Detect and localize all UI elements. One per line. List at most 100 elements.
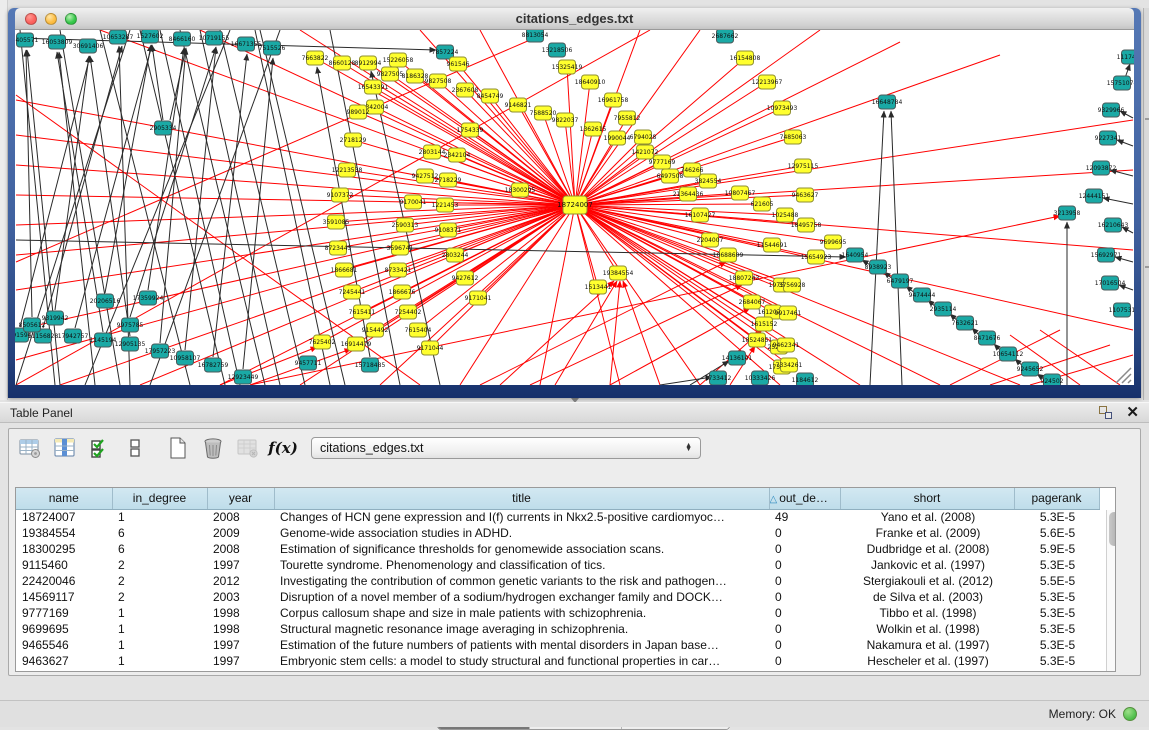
table-cell[interactable]: 49 — [769, 509, 840, 525]
graph-edge[interactable] — [530, 285, 742, 385]
function-icon[interactable]: f(x) — [270, 435, 296, 461]
table-cell[interactable]: 5.3E-5 — [1014, 589, 1099, 605]
table-cell[interactable]: 0 — [769, 637, 840, 653]
table-cell[interactable]: 2 — [112, 589, 207, 605]
table-cell[interactable]: 2003 — [207, 589, 274, 605]
table-scrollbar[interactable] — [1106, 510, 1116, 672]
table-cell[interactable]: 1998 — [207, 621, 274, 637]
graph-edge[interactable] — [623, 281, 660, 385]
table-cell[interactable]: Embryonic stem cells: a model to study s… — [274, 653, 769, 669]
table-cell[interactable]: Dudbridge et al. (2008) — [840, 541, 1014, 557]
table-cell[interactable]: de Silva et al. (2003) — [840, 589, 1014, 605]
checklist-icon[interactable] — [87, 435, 113, 461]
column-header-year[interactable]: year — [207, 488, 274, 509]
column-header-in-degree[interactable]: in_degree — [112, 488, 207, 509]
table-cell[interactable]: Nakamura et al. (1997) — [840, 637, 1014, 653]
table-cell[interactable]: 5.3E-5 — [1014, 637, 1099, 653]
column-header-title[interactable]: title — [274, 488, 769, 509]
network-canvas[interactable]: 9405571160538093069140610653287152760284… — [15, 30, 1134, 385]
table-cell[interactable]: 2009 — [207, 525, 274, 541]
table-cell[interactable]: Wolkin et al. (1998) — [840, 621, 1014, 637]
table-cell[interactable]: Estimation of significance thresholds fo… — [274, 541, 769, 557]
table-cell[interactable]: Franke et al. (2009) — [840, 525, 1014, 541]
graph-edge[interactable] — [243, 58, 273, 369]
table-cell[interactable]: 5.3E-5 — [1014, 653, 1099, 669]
graph-edge[interactable] — [610, 308, 750, 385]
table-cell[interactable]: 6 — [112, 541, 207, 557]
graph-edge[interactable] — [565, 120, 575, 205]
new-document-icon[interactable] — [165, 435, 191, 461]
table-cell[interactable]: 1 — [112, 653, 207, 669]
table-cell[interactable]: 22420046 — [16, 573, 112, 589]
table-cell[interactable]: 1997 — [207, 637, 274, 653]
minimize-button[interactable] — [45, 13, 57, 25]
column-header-out-de-[interactable]: △out_de… — [769, 488, 840, 509]
table-cell[interactable]: 9465546 — [16, 637, 112, 653]
table-cell[interactable]: Stergiakouli et al. (2012) — [840, 573, 1014, 589]
rows-icon[interactable] — [122, 435, 148, 461]
graph-edge[interactable] — [373, 87, 575, 205]
table-cell[interactable]: Structural magnetic resonance image aver… — [274, 621, 769, 637]
table-cell[interactable]: 5.6E-5 — [1014, 525, 1099, 541]
table-cell[interactable]: 9699695 — [16, 621, 112, 637]
table-cell[interactable]: 0 — [769, 605, 840, 621]
graph-edge[interactable] — [150, 30, 280, 385]
table-row[interactable]: 977716911998Corpus callosum shape and si… — [16, 605, 1099, 621]
table-cell[interactable]: 0 — [769, 589, 840, 605]
table-cell[interactable]: 0 — [769, 573, 840, 589]
table-cell[interactable]: 0 — [769, 621, 840, 637]
graph-edge[interactable] — [43, 46, 122, 328]
table-cell[interactable]: 18300295 — [16, 541, 112, 557]
table-row[interactable]: 2242004622012Investigating the contribut… — [16, 573, 1099, 589]
graph-edge[interactable] — [555, 281, 617, 385]
table-cell[interactable]: Hescheler et al. (1997) — [840, 653, 1014, 669]
table-cell[interactable]: 1 — [112, 621, 207, 637]
table-cell[interactable]: Changes of HCN gene expression and I(f) … — [274, 509, 769, 525]
table-row[interactable]: 946362711997Embryonic stem cells: a mode… — [16, 653, 1099, 669]
scrollbar-thumb[interactable] — [1109, 512, 1116, 546]
table-cell[interactable]: 1 — [112, 605, 207, 621]
table-cell[interactable]: 19384554 — [16, 525, 112, 541]
graph-edge[interactable] — [152, 45, 163, 120]
table-cell[interactable]: 1997 — [207, 653, 274, 669]
table-row[interactable]: 969969511998Structural magnetic resonanc… — [16, 621, 1099, 637]
table-row[interactable]: 1456911722003Disruption of a novel membe… — [16, 589, 1099, 605]
zoom-button[interactable] — [65, 13, 77, 25]
table-cell[interactable]: 5.5E-5 — [1014, 573, 1099, 589]
table-cell[interactable]: 1 — [112, 637, 207, 653]
table-cell[interactable]: Jankovic et al. (1997) — [840, 557, 1014, 573]
table-cell[interactable]: Genome-wide association studies in ADHD. — [274, 525, 769, 541]
graph-edge[interactable] — [180, 30, 265, 385]
table-cell[interactable]: 5.3E-5 — [1014, 621, 1099, 637]
close-panel-icon[interactable]: ✕ — [1126, 405, 1139, 420]
column-header-short[interactable]: short — [840, 488, 1014, 509]
table-cell[interactable]: 5.9E-5 — [1014, 541, 1099, 557]
table-cell[interactable]: 1 — [112, 509, 207, 525]
table-cell[interactable]: 6 — [112, 525, 207, 541]
close-button[interactable] — [25, 13, 37, 25]
table-cell[interactable]: Estimation of the future numbers of pati… — [274, 637, 769, 653]
table-cell[interactable]: 2 — [112, 573, 207, 589]
table-cell[interactable]: 1998 — [207, 605, 274, 621]
table-columns-icon[interactable] — [52, 435, 78, 461]
graph-edge[interactable] — [100, 30, 190, 385]
table-row[interactable]: 1872400712008Changes of HCN gene express… — [16, 509, 1099, 525]
table-cell[interactable]: 0 — [769, 557, 840, 573]
column-header-pagerank[interactable]: pagerank — [1014, 488, 1099, 509]
table-cell[interactable]: 9777169 — [16, 605, 112, 621]
table-settings-icon[interactable] — [17, 435, 43, 461]
table-cell[interactable]: 5.3E-5 — [1014, 557, 1099, 573]
table-cell[interactable]: 18724007 — [16, 509, 112, 525]
graph-edge[interactable] — [870, 111, 884, 385]
table-cell[interactable]: 5.3E-5 — [1014, 605, 1099, 621]
table-cell[interactable]: Tibbo et al. (1998) — [840, 605, 1014, 621]
window-titlebar[interactable]: citations_edges.txt — [15, 8, 1134, 30]
graph-edge[interactable] — [575, 205, 1020, 385]
table-cell[interactable]: Yano et al. (2008) — [840, 509, 1014, 525]
table-cell[interactable]: 9115460 — [16, 557, 112, 573]
table-cell[interactable]: 0 — [769, 653, 840, 669]
graph-edge[interactable] — [891, 111, 902, 385]
table-cell[interactable]: Corpus callosum shape and size in male p… — [274, 605, 769, 621]
table-cell[interactable]: 0 — [769, 541, 840, 557]
table-row[interactable]: 1938455462009Genome-wide association stu… — [16, 525, 1099, 541]
